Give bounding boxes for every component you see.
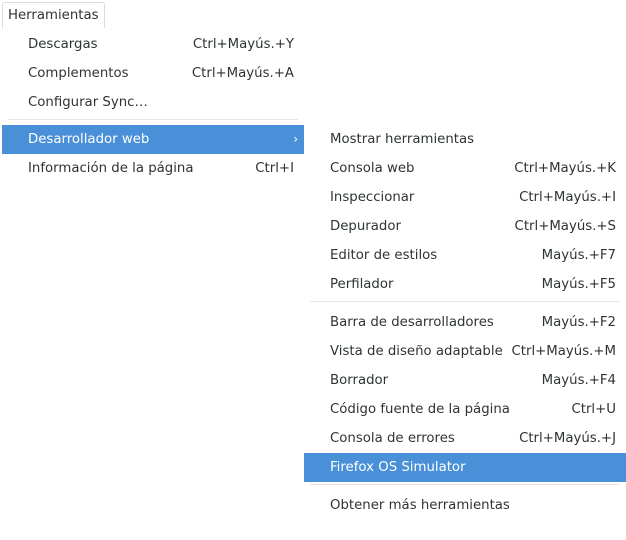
menu-item-desarrollador-web[interactable]: Desarrollador web › <box>2 125 304 154</box>
web-developer-submenu: Mostrar herramientas Consola web Ctrl+Ma… <box>304 123 626 523</box>
submenu-item-perfilador[interactable]: Perfilador Mayús.+F5 <box>304 270 626 299</box>
menu-item-label: Consola de errores <box>330 431 455 446</box>
menu-item-label: Mostrar herramientas <box>330 132 475 147</box>
submenu-item-editor-estilos[interactable]: Editor de estilos Mayús.+F7 <box>304 241 626 270</box>
menu-item-label: Editor de estilos <box>330 248 438 263</box>
chevron-right-icon: › <box>293 132 298 146</box>
submenu-item-inspeccionar[interactable]: Inspeccionar Ctrl+Mayús.+I <box>304 183 626 212</box>
submenu-item-consola-errores[interactable]: Consola de errores Ctrl+Mayús.+J <box>304 424 626 453</box>
menu-separator <box>8 119 298 120</box>
menu-item-configurar-sync[interactable]: Configurar Sync… <box>2 88 304 117</box>
menu-herramientas-label: Herramientas <box>8 8 99 23</box>
menu-item-label: Información de la página <box>28 161 194 176</box>
menu-item-label: Firefox OS Simulator <box>330 460 466 475</box>
submenu-item-firefox-os-simulator[interactable]: Firefox OS Simulator <box>304 453 626 482</box>
menu-separator <box>310 301 620 302</box>
menu-item-label: Borrador <box>330 373 389 388</box>
menu-item-shortcut: Ctrl+Mayús.+M <box>511 344 617 359</box>
menu-item-shortcut: Ctrl+Mayús.+S <box>514 219 616 234</box>
menu-item-label: Desarrollador web <box>28 132 150 147</box>
submenu-item-codigo-fuente[interactable]: Código fuente de la página Ctrl+U <box>304 395 626 424</box>
submenu-item-vista-diseno-adaptable[interactable]: Vista de diseño adaptable Ctrl+Mayús.+M <box>304 337 626 366</box>
menu-item-label: Inspeccionar <box>330 190 415 205</box>
menu-item-shortcut: Ctrl+U <box>571 402 616 417</box>
menu-item-shortcut: Ctrl+Mayús.+Y <box>192 37 294 52</box>
menu-item-shortcut: Mayús.+F2 <box>541 315 616 330</box>
menu-item-label: Barra de desarrolladores <box>330 315 494 330</box>
menu-item-label: Vista de diseño adaptable <box>330 344 503 359</box>
menu-item-shortcut: Mayús.+F7 <box>541 248 616 263</box>
menu-item-shortcut: Ctrl+Mayús.+K <box>514 161 616 176</box>
menu-item-label: Obtener más herramientas <box>330 498 510 513</box>
submenu-item-obtener-mas-herramientas[interactable]: Obtener más herramientas <box>304 491 626 520</box>
submenu-item-borrador[interactable]: Borrador Mayús.+F4 <box>304 366 626 395</box>
menu-item-shortcut: Mayús.+F4 <box>541 373 616 388</box>
menu-item-label: Consola web <box>330 161 415 176</box>
tools-menu: Descargas Ctrl+Mayús.+Y Complementos Ctr… <box>2 28 304 184</box>
submenu-item-depurador[interactable]: Depurador Ctrl+Mayús.+S <box>304 212 626 241</box>
menu-item-label: Complementos <box>28 66 129 81</box>
menu-item-shortcut: Ctrl+Mayús.+I <box>519 190 616 205</box>
menu-item-shortcut: Ctrl+I <box>255 161 294 176</box>
menu-herramientas[interactable]: Herramientas <box>2 2 105 28</box>
submenu-item-mostrar-herramientas[interactable]: Mostrar herramientas <box>304 125 626 154</box>
menu-item-label: Configurar Sync… <box>28 95 148 110</box>
menu-item-label: Descargas <box>28 37 98 52</box>
menu-item-shortcut: Ctrl+Mayús.+A <box>191 66 294 81</box>
menu-item-shortcut: Mayús.+F5 <box>541 277 616 292</box>
menu-item-label: Perfilador <box>330 277 394 292</box>
menu-item-informacion-pagina[interactable]: Información de la página Ctrl+I <box>2 154 304 183</box>
menu-item-complementos[interactable]: Complementos Ctrl+Mayús.+A <box>2 59 304 88</box>
menu-item-label: Depurador <box>330 219 401 234</box>
menu-separator <box>310 484 620 485</box>
submenu-item-barra-desarrolladores[interactable]: Barra de desarrolladores Mayús.+F2 <box>304 308 626 337</box>
submenu-item-consola-web[interactable]: Consola web Ctrl+Mayús.+K <box>304 154 626 183</box>
menu-item-label: Código fuente de la página <box>330 402 510 417</box>
menu-item-descargas[interactable]: Descargas Ctrl+Mayús.+Y <box>2 30 304 59</box>
menu-item-shortcut: Ctrl+Mayús.+J <box>519 431 616 446</box>
